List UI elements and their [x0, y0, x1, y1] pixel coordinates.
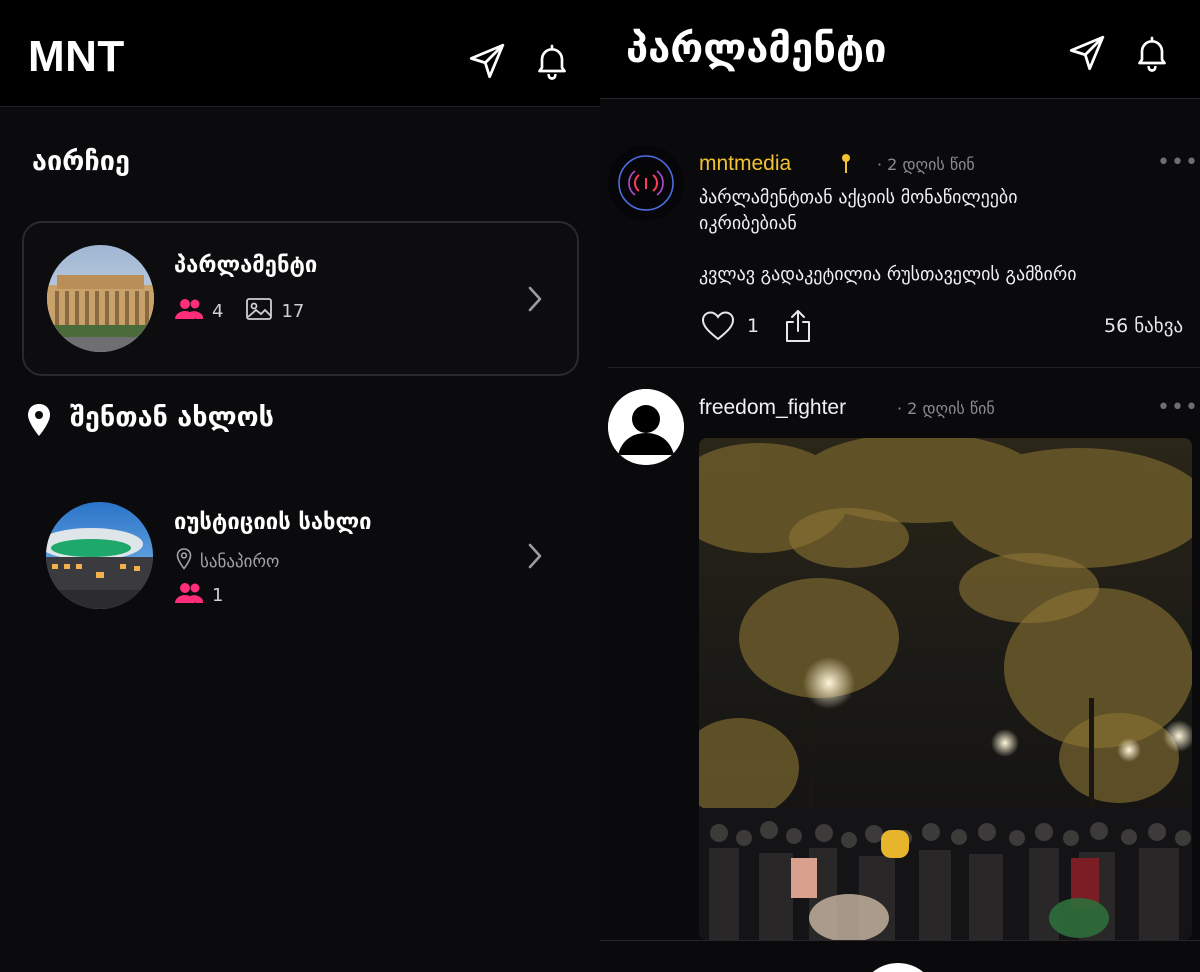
- nearby-place-stats: 1: [174, 582, 223, 609]
- feed-top-bar: პარლამენტი: [600, 0, 1200, 99]
- featured-place-stats: 4 17: [174, 297, 304, 326]
- feed-title: პარლამენტი: [626, 26, 887, 72]
- nearby-members-count: 1: [212, 585, 224, 606]
- choose-heading: აირჩიე: [32, 146, 130, 177]
- location-pin-icon: [27, 403, 51, 441]
- avatar[interactable]: [858, 963, 938, 972]
- send-icon[interactable]: [466, 40, 508, 82]
- map-pin-outline-icon: [176, 548, 192, 575]
- members-icon: [174, 582, 204, 609]
- app-logo-title: MNT: [28, 32, 125, 81]
- chevron-right-icon[interactable]: [527, 542, 543, 574]
- post-username[interactable]: mntmedia: [699, 152, 791, 176]
- photos-count: 17: [281, 301, 305, 322]
- post-photo[interactable]: [699, 438, 1192, 940]
- more-options-icon[interactable]: •••: [1157, 395, 1199, 420]
- like-count: 1: [747, 315, 760, 337]
- featured-place-name: პარლამენტი: [174, 253, 318, 278]
- post-timestamp: · 2 დღის წინ: [877, 155, 975, 174]
- parliament-thumbnail: [47, 245, 154, 352]
- bell-icon[interactable]: [532, 40, 572, 82]
- chevron-right-icon[interactable]: [527, 285, 543, 317]
- mntmedia-avatar[interactable]: [608, 145, 684, 221]
- post-text-line-2: იკრიბებიან: [699, 213, 797, 234]
- places-panel: MNT აირჩიე პარლამენტი 4 17 შენთან ახლოს …: [0, 0, 600, 972]
- freedom-fighter-avatar[interactable]: [608, 389, 684, 465]
- nearby-place-location: სანაპირო: [176, 548, 279, 575]
- post-timestamp: · 2 დღის წინ: [897, 399, 995, 418]
- members-icon: [174, 298, 204, 325]
- view-count: 56 ნახვა: [1104, 315, 1184, 337]
- send-icon[interactable]: [1066, 32, 1108, 74]
- nearby-heading: შენთან ახლოს: [70, 402, 274, 433]
- nearby-place-name: იუსტიციის სახლი: [174, 510, 372, 535]
- nearby-location-name: სანაპირო: [200, 551, 280, 572]
- share-icon[interactable]: [784, 309, 812, 347]
- pin-icon: [840, 153, 852, 179]
- bottom-bar: [600, 940, 1200, 972]
- post-username[interactable]: freedom_fighter: [699, 396, 846, 420]
- photos-icon: [245, 297, 273, 326]
- like-icon[interactable]: [701, 311, 735, 345]
- top-bar: MNT: [0, 0, 600, 107]
- featured-place-card[interactable]: პარლამენტი 4 17: [22, 221, 579, 376]
- nearby-place-row[interactable]: იუსტიციის სახლი სანაპირო 1: [22, 480, 579, 630]
- justice-house-thumbnail: [46, 502, 153, 609]
- more-options-icon[interactable]: •••: [1157, 150, 1199, 175]
- post-divider: [608, 367, 1200, 368]
- bell-icon[interactable]: [1132, 32, 1172, 74]
- members-count: 4: [212, 301, 224, 322]
- post-text-line-1: პარლამენტთან აქციის მონაწილეები: [699, 187, 1018, 208]
- post-text-line-3: კვლავ გადაკეტილია რუსთაველის გამზირი: [699, 264, 1077, 285]
